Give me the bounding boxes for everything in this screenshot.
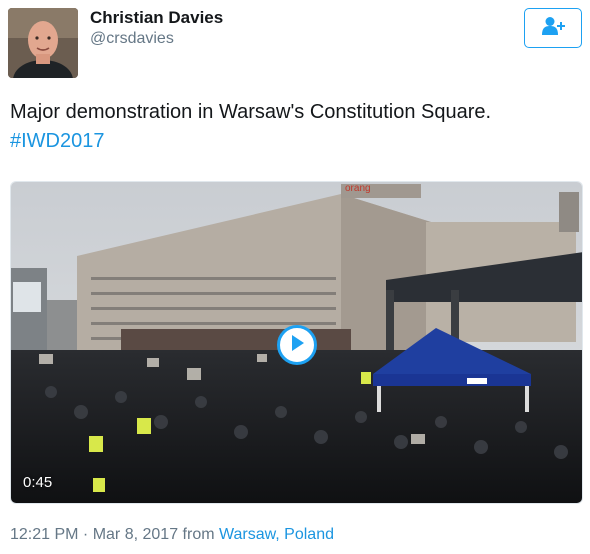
hashtag-link[interactable]: #IWD2017 [10, 127, 580, 156]
user-handle[interactable]: @crsdavies [90, 30, 174, 48]
tweet-time[interactable]: 12:21 PM [10, 526, 78, 543]
tweet-date[interactable]: Mar 8, 2017 [93, 526, 178, 543]
user-name[interactable]: Christian Davies [90, 8, 223, 28]
play-icon [289, 334, 305, 357]
follow-button[interactable] [524, 8, 582, 48]
meta-separator: · [78, 526, 93, 543]
from-label: from [178, 526, 219, 543]
tweet-text: Major demonstration in Warsaw's Constitu… [10, 98, 580, 156]
add-user-icon [541, 16, 565, 41]
tweet-card: Christian Davies @crsdavies Major demons… [0, 0, 590, 554]
play-button[interactable] [277, 325, 317, 365]
avatar[interactable] [8, 8, 78, 78]
location-link[interactable]: Warsaw, Poland [219, 526, 334, 543]
building-sign: orang [345, 183, 371, 194]
video-duration: 0:45 [23, 474, 53, 491]
tweet-body: Major demonstration in Warsaw's Constitu… [10, 101, 492, 123]
tweet-meta: 12:21 PM · Mar 8, 2017 from Warsaw, Pola… [10, 526, 334, 544]
